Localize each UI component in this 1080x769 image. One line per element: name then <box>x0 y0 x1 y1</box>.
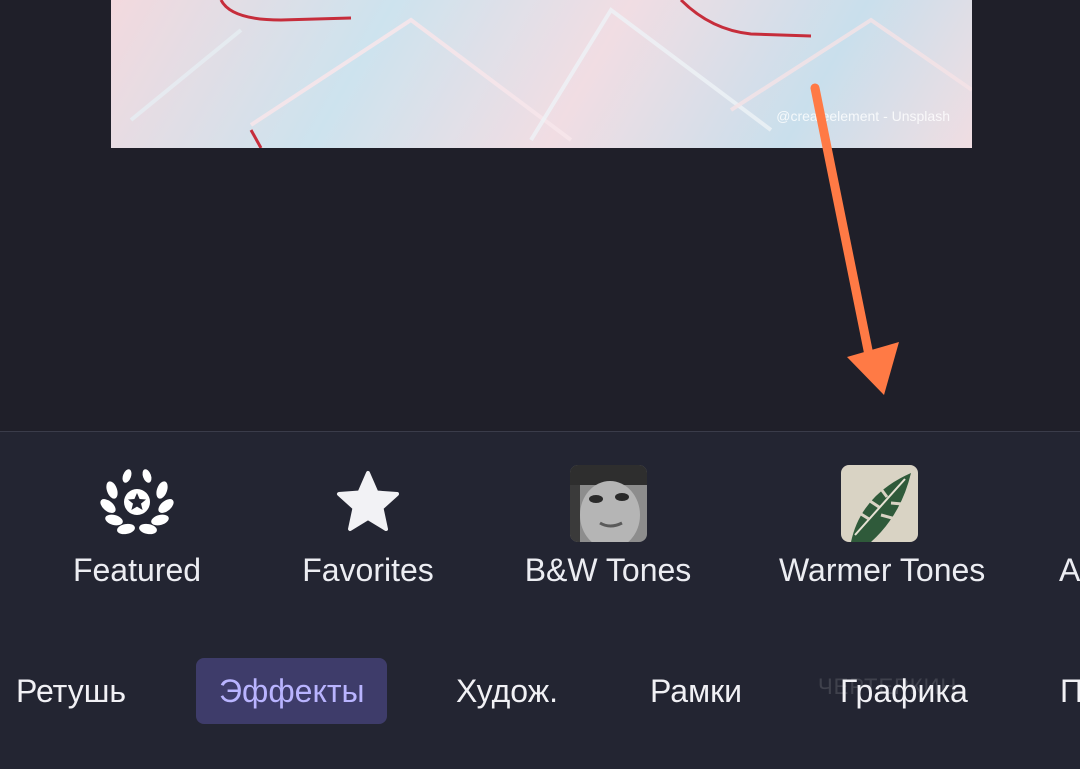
tab-art[interactable]: Худож. <box>456 658 558 724</box>
category-label: A <box>1059 552 1080 588</box>
category-thumbnail-wrap <box>569 464 647 542</box>
effect-categories: Featured Favorites B&W Tones Warmer Tone… <box>0 431 1080 617</box>
laurel-star-icon <box>98 464 176 542</box>
category-partial[interactable]: A <box>1059 464 1080 589</box>
leaf-thumbnail <box>840 464 918 542</box>
category-warmer-tones[interactable]: Warmer Tones <box>779 464 986 589</box>
category-bw-tones[interactable]: B&W Tones <box>508 464 708 589</box>
category-favorites[interactable]: Favorites <box>268 464 468 589</box>
star-icon <box>329 464 407 542</box>
tab-frames[interactable]: Рамки <box>650 658 742 724</box>
photo-credit: @createelement - Unsplash <box>776 108 950 124</box>
category-label: Favorites <box>302 552 434 588</box>
category-label: Warmer Tones <box>779 552 986 588</box>
category-icon-placeholder <box>1060 464 1080 542</box>
category-label: B&W Tones <box>524 552 692 588</box>
tab-retouch[interactable]: Ретушь <box>16 658 126 724</box>
category-label: Featured <box>72 552 202 588</box>
photo-preview: @createelement - Unsplash <box>111 0 972 148</box>
bottom-tab-bar: ЧЕРТЕРКИН Ретушь Эффекты Худож. Рамки Гр… <box>0 616 1080 769</box>
photo-pattern <box>129 0 972 148</box>
tab-effects[interactable]: Эффекты <box>196 658 388 724</box>
bw-portrait-thumbnail <box>569 464 647 542</box>
category-thumbnail-wrap <box>840 464 918 542</box>
tab-partial[interactable]: П <box>1060 658 1080 724</box>
category-featured[interactable]: Featured <box>37 464 237 589</box>
tab-graphics[interactable]: Графика <box>840 658 968 724</box>
